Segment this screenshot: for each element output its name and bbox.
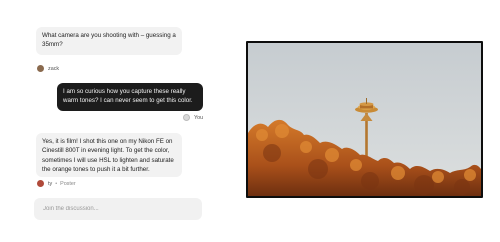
message-meta: ty • Poster <box>37 180 76 187</box>
message-bubble: I am so curious how you capture these re… <box>57 83 203 111</box>
message-text: I am so curious how you capture these re… <box>63 88 193 105</box>
message-meta: zack <box>37 65 59 72</box>
author-name[interactable]: ty <box>48 181 52 187</box>
separator-dot: • <box>55 180 58 187</box>
message-bubble: Yes, it is film! I shot this one on my N… <box>36 133 182 177</box>
photo-viewer[interactable] <box>246 41 483 198</box>
avatar[interactable] <box>183 114 190 121</box>
space-needle-photo <box>248 43 481 196</box>
author-name[interactable]: You <box>194 115 203 121</box>
comment-composer <box>34 198 202 220</box>
message-text: Yes, it is film! I shot this one on my N… <box>42 138 174 174</box>
author-name[interactable]: zack <box>48 66 59 72</box>
chat-thread: What camera are you shooting with – gues… <box>0 0 215 242</box>
message-meta: You <box>183 114 203 121</box>
comment-input[interactable] <box>41 205 195 213</box>
message-bubble: What camera are you shooting with – gues… <box>36 27 182 55</box>
author-role-badge: Poster <box>60 180 76 187</box>
avatar[interactable] <box>37 65 44 72</box>
message-text: What camera are you shooting with – gues… <box>42 32 176 49</box>
avatar[interactable] <box>37 180 44 187</box>
